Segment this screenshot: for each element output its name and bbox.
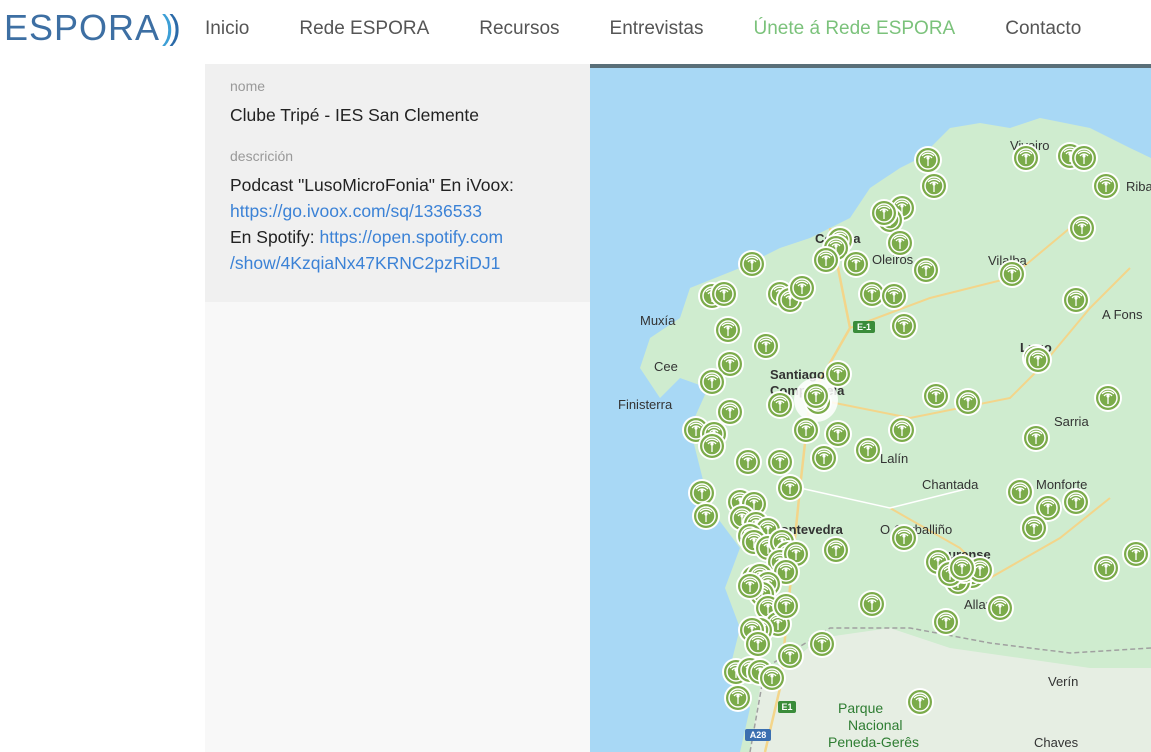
label-chantada: Chantada	[922, 477, 979, 492]
label-afonsagrada: A Fons	[1102, 307, 1143, 322]
nome-value: Clube Tripé - IES San Clemente	[230, 105, 480, 125]
map-marker[interactable]	[1020, 514, 1048, 542]
map-marker[interactable]	[906, 688, 934, 716]
map-marker[interactable]	[870, 199, 898, 227]
map-marker[interactable]	[744, 630, 772, 658]
label-parque: Parque	[838, 700, 883, 716]
map-marker[interactable]	[724, 684, 752, 712]
nome-label: nome	[230, 78, 266, 94]
map-view[interactable]: E-1 E1 A28 Muxía Cee Finisterra Santiago…	[590, 64, 1151, 752]
descricion-label: descrición	[230, 148, 294, 164]
map-marker[interactable]	[922, 382, 950, 410]
nav-rede-espora[interactable]: Rede ESPORA	[299, 18, 429, 40]
map-marker[interactable]	[1062, 286, 1090, 314]
map-marker[interactable]	[822, 536, 850, 564]
map-marker[interactable]	[736, 572, 764, 600]
logo-text: ESPORA	[4, 7, 161, 48]
logo-waves-icon: ))	[162, 8, 181, 47]
map-marker[interactable]	[954, 388, 982, 416]
map-marker[interactable]	[890, 312, 918, 340]
map-canvas[interactable]: E-1 E1 A28 Muxía Cee Finisterra Santiago…	[590, 68, 1151, 752]
map-marker[interactable]	[912, 256, 940, 284]
map-marker[interactable]	[698, 368, 726, 396]
map-marker[interactable]	[1070, 144, 1098, 172]
map-marker[interactable]	[986, 594, 1014, 622]
label-lalin: Lalín	[880, 451, 908, 466]
map-marker[interactable]	[692, 502, 720, 530]
map-marker[interactable]	[792, 416, 820, 444]
map-marker[interactable]	[810, 444, 838, 472]
map-marker[interactable]	[812, 246, 840, 274]
map-marker[interactable]	[886, 229, 914, 257]
map-marker[interactable]	[1022, 424, 1050, 452]
map-marker[interactable]	[738, 250, 766, 278]
map-marker[interactable]	[842, 250, 870, 278]
nav-unete[interactable]: Únete á Rede ESPORA	[754, 18, 956, 40]
detail-card: nome Clube Tripé - IES San Clemente desc…	[205, 64, 590, 302]
map-marker[interactable]	[948, 554, 976, 582]
label-cee: Cee	[654, 359, 678, 374]
map-marker[interactable]	[802, 382, 830, 410]
map-marker[interactable]	[824, 420, 852, 448]
map-marker[interactable]	[998, 260, 1026, 288]
map-marker[interactable]	[734, 448, 762, 476]
map-marker[interactable]	[776, 474, 804, 502]
map-marker[interactable]	[1006, 478, 1034, 506]
map-marker[interactable]	[752, 332, 780, 360]
label-chaves: Chaves	[1034, 735, 1079, 750]
nav-recursos[interactable]: Recursos	[479, 18, 559, 40]
map-marker[interactable]	[880, 282, 908, 310]
label-ribadeo: Ribadeo	[1126, 179, 1151, 194]
map-marker[interactable]	[858, 590, 886, 618]
map-marker[interactable]	[766, 448, 794, 476]
map-marker[interactable]	[772, 592, 800, 620]
spotify-prefix: En Spotify:	[230, 227, 320, 247]
nav-contacto[interactable]: Contacto	[1005, 18, 1081, 40]
map-marker[interactable]	[698, 432, 726, 460]
svg-text:E1: E1	[781, 702, 792, 712]
label-nacional: Nacional	[848, 717, 902, 733]
detail-panel: nome Clube Tripé - IES San Clemente desc…	[205, 64, 590, 752]
desc-line: Podcast "LusoMicroFonia" En iVoox:	[230, 175, 514, 195]
map-marker[interactable]	[788, 274, 816, 302]
map-marker[interactable]	[824, 360, 852, 388]
map-marker[interactable]	[710, 280, 738, 308]
label-finisterra: Finisterra	[618, 397, 673, 412]
descricion-value: Podcast "LusoMicroFonia" En iVoox: https…	[230, 172, 565, 276]
map-marker[interactable]	[932, 608, 960, 636]
map-marker[interactable]	[914, 146, 942, 174]
espora-logo[interactable]: ESPORA ))	[4, 6, 181, 50]
site-header: ESPORA )) Inicio Rede ESPORA Recursos En…	[0, 0, 1151, 64]
map-marker[interactable]	[714, 316, 742, 344]
main-nav: Inicio Rede ESPORA Recursos Entrevistas …	[205, 18, 1131, 40]
map-marker[interactable]	[888, 416, 916, 444]
map-marker[interactable]	[1092, 172, 1120, 200]
ivoox-link[interactable]: https://go.ivoox.com/sq/1336533	[230, 201, 482, 221]
map-marker[interactable]	[1068, 214, 1096, 242]
label-sarria: Sarria	[1054, 414, 1089, 429]
map-marker[interactable]	[1092, 554, 1120, 582]
map-marker[interactable]	[1094, 384, 1122, 412]
map-marker[interactable]	[776, 642, 804, 670]
spotify-link-cont[interactable]: /show/4KzqiaNx47KRNC2pzRiDJ1	[230, 253, 500, 273]
svg-text:E-1: E-1	[857, 322, 871, 332]
label-peneda: Peneda-Gerês	[828, 734, 919, 750]
map-marker[interactable]	[920, 172, 948, 200]
spotify-link[interactable]: https://open.spotify.com	[320, 227, 504, 247]
map-marker[interactable]	[1062, 488, 1090, 516]
map-marker[interactable]	[1024, 346, 1052, 374]
map-marker[interactable]	[854, 436, 882, 464]
map-marker[interactable]	[1012, 144, 1040, 172]
map-marker[interactable]	[1122, 540, 1150, 568]
nav-inicio[interactable]: Inicio	[205, 18, 249, 40]
label-verin: Verín	[1048, 674, 1078, 689]
label-muxia: Muxía	[640, 313, 676, 328]
map-marker[interactable]	[766, 391, 794, 419]
nav-entrevistas[interactable]: Entrevistas	[610, 18, 704, 40]
map-marker[interactable]	[758, 664, 786, 692]
svg-text:A28: A28	[750, 730, 767, 740]
map-marker[interactable]	[890, 524, 918, 552]
map-marker[interactable]	[808, 630, 836, 658]
